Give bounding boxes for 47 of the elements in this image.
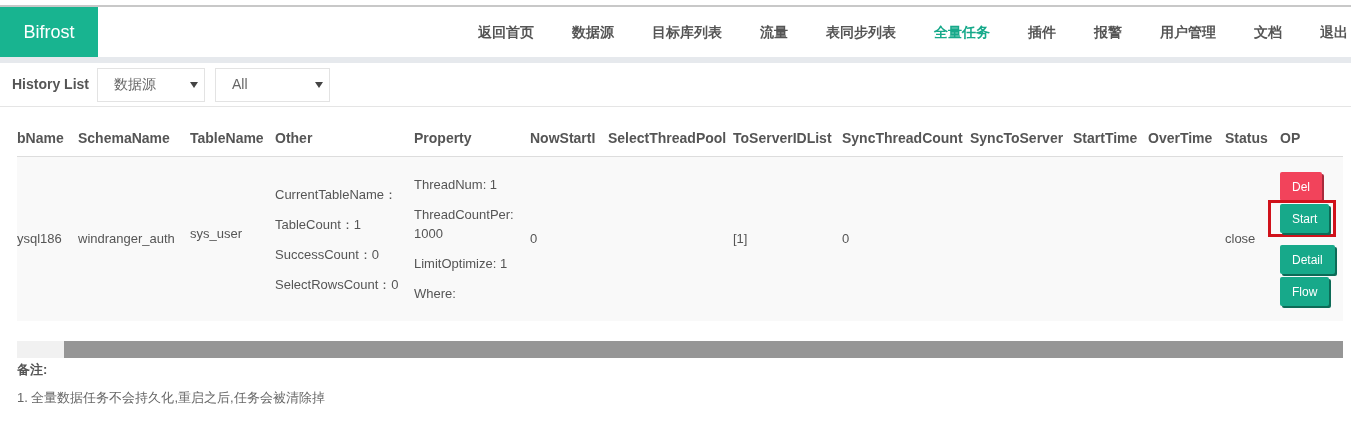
nav-link[interactable]: 流量 — [760, 21, 788, 43]
column-header: SchemaName — [78, 129, 170, 146]
table-cell-text: ThreadNum: 1 — [414, 176, 498, 194]
table-cell: 0 — [842, 231, 850, 247]
table-cell-text: SuccessCount：0 — [275, 245, 380, 264]
table-cell-text: SelectRowsCount：0 — [275, 275, 399, 294]
table-cell-text: TableCount：1 — [275, 215, 361, 234]
table-cell: sys_user — [190, 226, 243, 242]
caret-icon — [190, 81, 198, 88]
notes-title: 备注: — [17, 361, 49, 379]
column-header: bName — [17, 129, 64, 146]
column-header: ToServerIDList — [733, 129, 832, 146]
caret-icon — [315, 81, 323, 88]
column-header: SyncToServer — [970, 129, 1064, 146]
table-cell: ysql186 — [17, 231, 62, 247]
select-field[interactable]: All — [215, 67, 330, 102]
column-header: TableName — [190, 129, 264, 146]
nav-link[interactable]: 表同步列表 — [826, 21, 896, 43]
column-header: OverTime — [1148, 129, 1213, 146]
column-header: SyncThreadCount — [842, 129, 963, 146]
column-header: Status — [1225, 129, 1268, 146]
nav-link[interactable]: 用户管理 — [1160, 21, 1216, 43]
column-header: NowStartI — [530, 129, 596, 146]
note-text: 1. 全量数据任务不会持久化,重启之后,任务会被清除掉 — [17, 389, 326, 407]
nav-link[interactable]: 数据源 — [572, 21, 614, 43]
column-header: Other — [275, 129, 313, 146]
select-field[interactable]: 数据源 — [97, 67, 205, 102]
filter-label: History List — [12, 75, 89, 94]
nav-link[interactable]: 退出 — [1320, 21, 1348, 43]
nav-link[interactable]: 插件 — [1028, 21, 1056, 43]
table-cell-text: LimitOptimize: 1 — [414, 255, 508, 273]
table-cell-text: Where: — [414, 285, 456, 303]
table-cell: windranger_auth — [78, 231, 175, 247]
column-header: StartTime — [1073, 129, 1138, 146]
table-cell: close — [1225, 231, 1256, 247]
table-cell-text: CurrentTableName： — [275, 185, 398, 204]
nav-link[interactable]: 文档 — [1254, 21, 1282, 43]
nav-link[interactable]: 报警 — [1094, 21, 1122, 43]
column-header: SelectThreadPool — [608, 129, 727, 146]
nav-link[interactable]: 目标库列表 — [652, 21, 722, 43]
column-header: Property — [414, 129, 472, 146]
table-cell: 0 — [530, 231, 538, 247]
table-cell-text: ThreadCountPer: 1000 — [414, 206, 515, 243]
table-cell: [1] — [733, 231, 748, 247]
nav-link[interactable]: 返回首页 — [478, 21, 534, 43]
column-header: OP — [1280, 129, 1301, 146]
table-button[interactable]: Del — [1280, 172, 1322, 201]
